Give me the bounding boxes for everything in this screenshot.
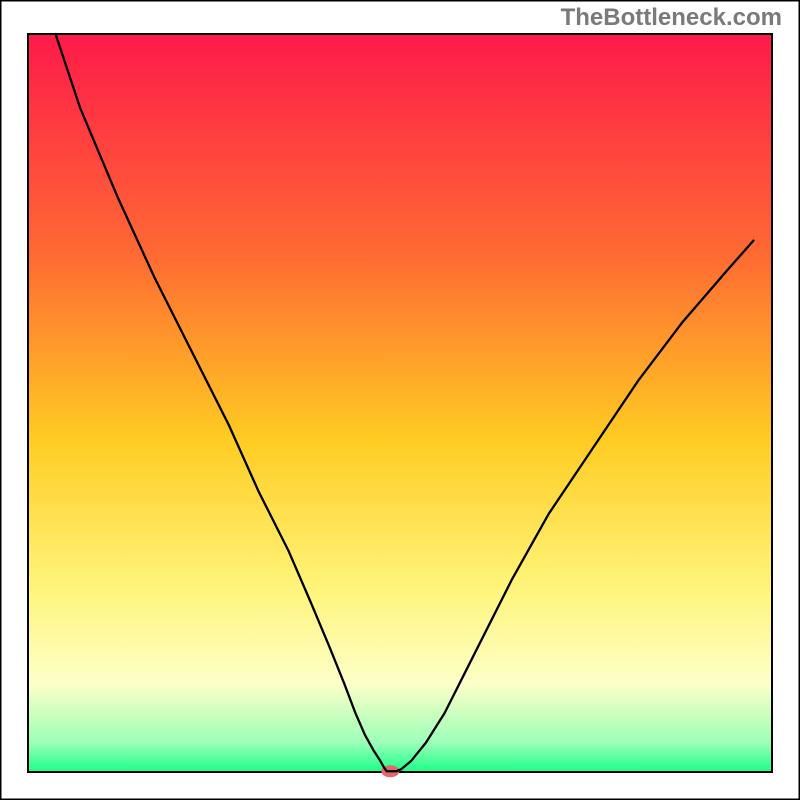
chart-svg <box>0 0 800 800</box>
bottleneck-chart: TheBottleneck.com <box>0 0 800 800</box>
watermark-text: TheBottleneck.com <box>561 4 782 32</box>
plot-background <box>28 34 772 772</box>
